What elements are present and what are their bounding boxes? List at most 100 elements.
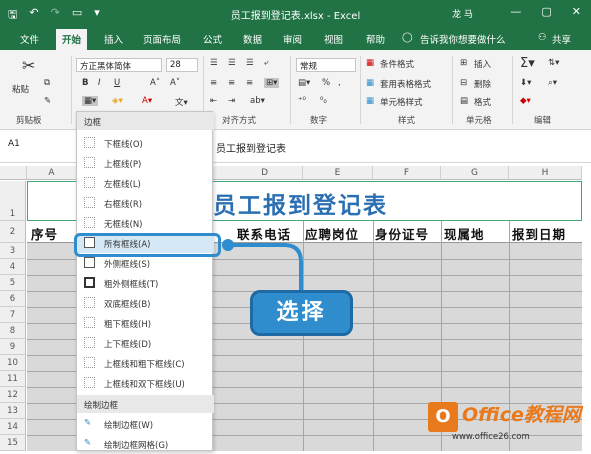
decrease-indent-icon[interactable]: ⇤ [210,96,217,106]
menu-item-draw-border[interactable]: ✎ 绘制边框(W) [77,414,214,434]
row-header[interactable]: 4 [0,259,26,275]
menu-item-no-border[interactable]: 无框线(N) [77,213,214,233]
select-all-corner[interactable] [0,166,27,180]
currency-icon[interactable]: ▤▾ [298,78,310,88]
menu-item-top-thick-bottom-border[interactable]: 上框线和粗下框线(C) [77,353,214,373]
paste-button[interactable]: 粘贴 [12,83,29,95]
tab-file[interactable]: 文件 [14,31,45,47]
column-header-f[interactable]: F [373,166,441,180]
percent-icon[interactable]: % [322,78,330,88]
align-top-icon[interactable]: ☰ [210,58,218,68]
tab-insert[interactable]: 插入 [98,31,129,47]
font-grow-icon[interactable]: A˄ [150,78,160,88]
header-cell[interactable]: 报到日期 [512,224,566,243]
fill-color-icon[interactable]: ◈▾ [112,96,123,106]
header-cell[interactable]: 身份证号 [375,224,429,243]
tab-data[interactable]: 数据 [237,31,268,47]
underline-button[interactable]: U [114,78,120,88]
comma-icon[interactable]: , [338,78,341,88]
row-header[interactable]: 14 [0,419,26,435]
sort-filter-icon[interactable]: ⇅▾ [548,58,559,68]
bold-button[interactable]: B [82,78,88,88]
close-button[interactable]: ✕ [572,5,581,18]
orientation-icon[interactable]: ab▾ [250,96,265,106]
row-header[interactable]: 6 [0,291,26,307]
user-name[interactable]: 龙 马 [452,7,473,20]
row-header[interactable]: 13 [0,403,26,419]
row-header[interactable]: 8 [0,323,26,339]
wrap-text-icon[interactable]: ⤶ [264,58,269,68]
italic-button[interactable]: I [98,78,101,88]
fill-icon[interactable]: ⬇▾ [520,78,531,88]
insert-cells-button[interactable]: 插入 [474,58,491,70]
row-header[interactable]: 7 [0,307,26,323]
header-cell[interactable]: 现属地 [444,224,485,243]
increase-indent-icon[interactable]: ⇥ [228,96,235,106]
scissors-icon[interactable]: ✂ [22,56,35,75]
autosum-icon[interactable]: Σ▾ [520,56,535,71]
row-header[interactable]: 15 [0,435,26,451]
tab-help[interactable]: 帮助 [360,31,391,47]
tab-home[interactable]: 开始 [56,29,88,50]
menu-item-draw-border-grid[interactable]: ✎ 绘制边框网格(G) [77,434,214,454]
menu-item-thick-bottom-border[interactable]: 粗下框线(H) [77,313,214,333]
tab-view[interactable]: 视图 [318,31,349,47]
tab-review[interactable]: 审阅 [277,31,308,47]
row-header[interactable]: 9 [0,339,26,355]
tell-me-box[interactable]: 告诉我你想要做什么 [414,31,512,47]
find-select-icon[interactable]: ⌕▾ [548,78,557,88]
table-format-button[interactable]: 套用表格格式 [380,78,431,90]
number-format-combo[interactable]: 常规 [296,58,356,72]
font-shrink-icon[interactable]: A˅ [170,78,180,88]
column-header-h[interactable]: H [509,166,582,180]
row-header[interactable]: 5 [0,275,26,291]
menu-item-top-bottom-border[interactable]: 上下框线(D) [77,333,214,353]
align-left-icon[interactable]: ≡ [210,78,217,88]
row-header[interactable]: 2 [0,221,26,243]
clear-icon[interactable]: ◆▾ [520,96,531,106]
menu-item-thick-outside-borders[interactable]: 粗外侧框线(T) [77,273,214,293]
header-cell[interactable]: 应聘岗位 [305,224,359,243]
row-header[interactable]: 12 [0,387,26,403]
align-center-icon[interactable]: ≡ [228,78,235,88]
format-cells-button[interactable]: 格式 [474,96,491,108]
menu-item-top-border[interactable]: 上框线(P) [77,153,214,173]
share-button[interactable]: 共享 [546,31,577,47]
row-header[interactable]: 1 [0,181,26,221]
menu-item-right-border[interactable]: 右框线(R) [77,193,214,213]
restore-button[interactable]: ▢ [541,5,551,18]
menu-item-top-double-bottom-border[interactable]: 上框线和双下框线(U) [77,373,214,393]
row-header[interactable]: 11 [0,371,26,387]
phonetic-icon[interactable]: 文▾ [175,96,188,108]
tab-formulas[interactable]: 公式 [197,31,228,47]
header-cell[interactable]: 序号 [31,224,58,243]
column-header-e[interactable]: E [303,166,373,180]
font-size-combo[interactable]: 28 [166,58,198,72]
merge-center-icon[interactable]: ⊞▾ [264,78,280,88]
align-right-icon[interactable]: ≡ [246,78,253,88]
row-header[interactable]: 3 [0,243,26,259]
align-middle-icon[interactable]: ☰ [228,58,236,68]
copy-icon[interactable]: ⧉ [44,78,50,88]
menu-item-left-border[interactable]: 左框线(L) [77,173,214,193]
column-header-g[interactable]: G [441,166,509,180]
increase-decimal-icon[interactable]: ⁺⁰ [298,96,306,106]
conditional-format-button[interactable]: 条件格式 [380,58,414,70]
column-header-a[interactable]: A [27,166,77,180]
menu-item-bottom-border[interactable]: 下框线(O) [77,133,214,153]
cell-style-button[interactable]: 单元格样式 [380,96,423,108]
font-name-combo[interactable]: 方正黑体简体 [76,58,162,72]
border-button[interactable]: ▦▾ [82,96,99,106]
decrease-decimal-icon[interactable]: ⁰₀ [320,96,327,106]
formula-input[interactable]: 员工报到登记表 [216,140,286,155]
minimize-button[interactable]: — [510,5,521,18]
menu-item-double-bottom-border[interactable]: 双底框线(B) [77,293,214,313]
format-painter-icon[interactable]: ✎ [44,96,51,106]
delete-cells-button[interactable]: 删除 [474,78,491,90]
tab-page-layout[interactable]: 页面布局 [137,31,187,47]
align-bottom-icon[interactable]: ☰ [246,58,254,68]
name-box[interactable]: A1 [8,139,68,155]
column-header-d[interactable]: D [213,166,303,180]
font-color-icon[interactable]: A▾ [142,96,152,106]
row-header[interactable]: 10 [0,355,26,371]
